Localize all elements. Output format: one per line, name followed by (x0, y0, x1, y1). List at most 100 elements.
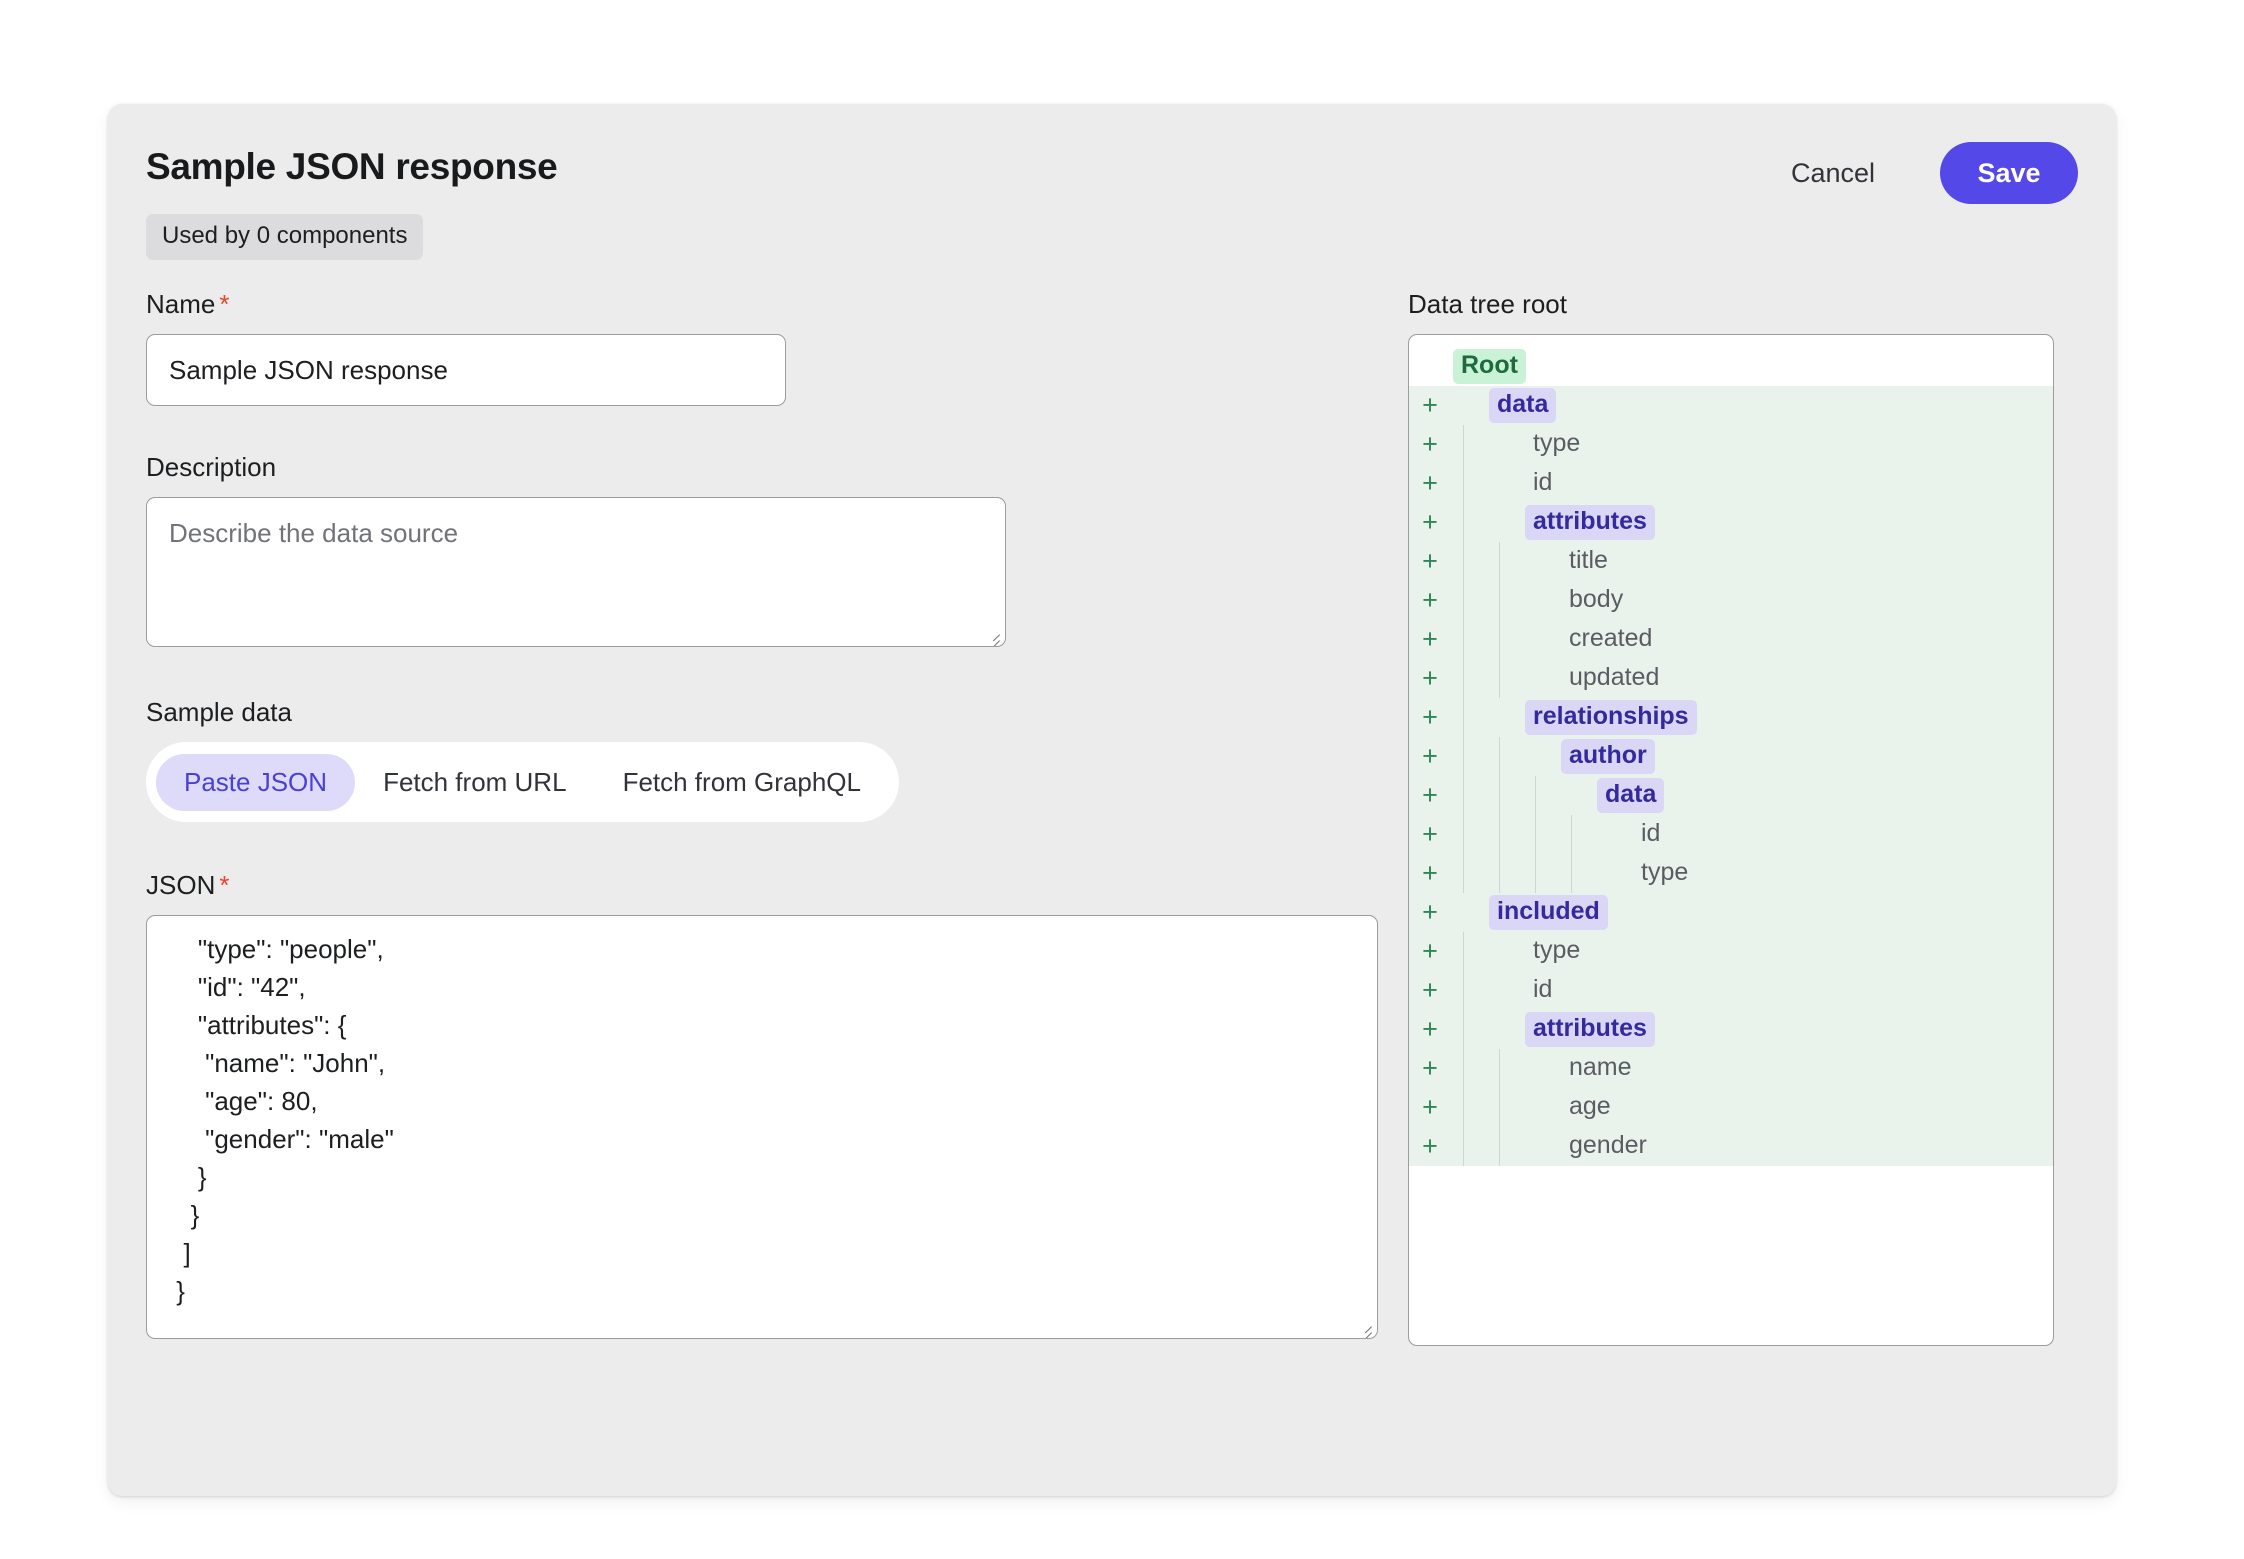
expand-node-icon[interactable]: + (1417, 977, 1443, 1004)
name-label-text: Name (146, 289, 216, 319)
form-column: Name* Description Sample data Paste JSON… (146, 289, 1396, 1339)
tree-indent-guide (1499, 737, 1500, 893)
save-button[interactable]: Save (1940, 142, 2078, 204)
expand-node-icon[interactable]: + (1417, 782, 1443, 809)
tree-node-label[interactable]: id (1525, 466, 1560, 501)
tree-row[interactable]: + id (1409, 815, 2053, 854)
tree-node-label[interactable]: Root (1453, 349, 1526, 384)
description-field-group: Description (146, 452, 1396, 647)
data-source-editor-card: Sample JSON response Used by 0 component… (108, 104, 2116, 1496)
json-label: JSON * (146, 870, 1396, 901)
tree-row[interactable]: + data (1409, 386, 2053, 425)
tab-fetch-from-graphql[interactable]: Fetch from GraphQL (595, 754, 889, 811)
json-label-text: JSON (146, 870, 216, 900)
tree-node-label[interactable]: author (1561, 739, 1655, 774)
sample-data-group: Sample data Paste JSON Fetch from URL Fe… (146, 697, 1396, 822)
tree-node-label[interactable]: id (1525, 973, 1560, 1008)
card-header: Sample JSON response Used by 0 component… (146, 142, 2078, 260)
tree-row[interactable]: + age (1409, 1088, 2053, 1127)
tree-node-label[interactable]: data (1489, 388, 1557, 423)
expand-node-icon[interactable]: + (1417, 431, 1443, 458)
tree-row[interactable]: + id (1409, 464, 2053, 503)
expand-node-icon[interactable]: + (1417, 1016, 1443, 1043)
description-label: Description (146, 452, 277, 482)
tree-node-label[interactable]: age (1561, 1090, 1619, 1125)
sample-data-label: Sample data (146, 697, 292, 727)
expand-node-icon[interactable]: + (1417, 470, 1443, 497)
data-tree-rows: Root + data + type + id + attributes + title + body +… (1409, 335, 2053, 1166)
tree-row[interactable]: + author (1409, 737, 2053, 776)
tree-row[interactable]: + updated (1409, 659, 2053, 698)
tree-row[interactable]: + created (1409, 620, 2053, 659)
description-textarea[interactable] (147, 498, 1005, 646)
expand-node-icon[interactable]: + (1417, 392, 1443, 419)
description-textarea-box (146, 497, 1006, 647)
sample-data-segmented-control: Paste JSON Fetch from URL Fetch from Gra… (146, 742, 899, 822)
tree-indent-guide (1535, 776, 1536, 893)
expand-node-icon[interactable]: + (1417, 509, 1443, 536)
cancel-button[interactable]: Cancel (1781, 150, 1885, 197)
expand-node-icon[interactable]: + (1417, 548, 1443, 575)
usage-badge: Used by 0 components (146, 214, 424, 260)
tree-row[interactable]: + gender (1409, 1127, 2053, 1166)
tree-indent-guide (1463, 425, 1464, 893)
tree-indent-guide (1499, 542, 1500, 698)
tree-row[interactable]: + id (1409, 971, 2053, 1010)
tree-node-label[interactable]: attributes (1525, 1012, 1655, 1047)
tree-node-label[interactable]: type (1525, 934, 1588, 969)
tree-node-label[interactable]: included (1489, 895, 1608, 930)
expand-node-icon[interactable]: + (1417, 899, 1443, 926)
tree-node-label[interactable]: name (1561, 1051, 1640, 1086)
tree-node-label[interactable]: title (1561, 544, 1616, 579)
data-tree-panel[interactable]: Root + data + type + id + attributes + title + body +… (1408, 334, 2054, 1346)
expand-node-icon[interactable]: + (1417, 665, 1443, 692)
name-label: Name * (146, 289, 1396, 320)
tree-row[interactable]: + body (1409, 581, 2053, 620)
tree-node-label[interactable]: gender (1561, 1129, 1655, 1164)
name-input[interactable] (146, 334, 786, 406)
expand-node-icon[interactable]: + (1417, 1055, 1443, 1082)
expand-node-icon[interactable]: + (1417, 860, 1443, 887)
tree-node-label[interactable]: attributes (1525, 505, 1655, 540)
tree-row[interactable]: + attributes (1409, 1010, 2053, 1049)
json-textarea[interactable]: "type": "people", "id": "42", "attribute… (147, 916, 1377, 1338)
name-field-group: Name * (146, 289, 1396, 406)
tree-node-label[interactable]: body (1561, 583, 1631, 618)
tree-node-label[interactable]: id (1633, 817, 1668, 852)
tree-row[interactable]: Root (1409, 347, 2053, 386)
expand-node-icon[interactable]: + (1417, 743, 1443, 770)
tree-row[interactable]: + data (1409, 776, 2053, 815)
tree-node-label[interactable]: updated (1561, 661, 1667, 696)
json-textarea-box: "type": "people", "id": "42", "attribute… (146, 915, 1378, 1339)
data-tree-title: Data tree root (1408, 289, 1567, 319)
tree-indent-guide (1571, 815, 1572, 893)
tree-indent-guide (1463, 932, 1464, 1166)
tree-row[interactable]: + name (1409, 1049, 2053, 1088)
expand-node-icon[interactable]: + (1417, 938, 1443, 965)
tree-indent-guide (1499, 1049, 1500, 1166)
expand-node-icon[interactable]: + (1417, 626, 1443, 653)
tree-row[interactable]: + type (1409, 932, 2053, 971)
expand-node-icon[interactable]: + (1417, 1133, 1443, 1160)
tree-node-label[interactable]: relationships (1525, 700, 1697, 735)
json-required-asterisk: * (219, 870, 230, 900)
tree-row[interactable]: + attributes (1409, 503, 2053, 542)
tree-node-label[interactable]: type (1525, 427, 1588, 462)
tree-row[interactable]: + included (1409, 893, 2053, 932)
tree-row[interactable]: + type (1409, 425, 2053, 464)
tree-node-label[interactable]: data (1597, 778, 1665, 813)
expand-node-icon[interactable]: + (1417, 1094, 1443, 1121)
expand-node-icon[interactable]: + (1417, 587, 1443, 614)
expand-node-icon[interactable]: + (1417, 704, 1443, 731)
tab-fetch-from-url[interactable]: Fetch from URL (355, 754, 595, 811)
tree-row[interactable]: + relationships (1409, 698, 2053, 737)
tab-paste-json[interactable]: Paste JSON (156, 753, 356, 811)
page-title: Sample JSON response (146, 146, 558, 187)
tree-row[interactable]: + title (1409, 542, 2053, 581)
tree-node-label[interactable]: type (1633, 856, 1696, 891)
tree-node-label[interactable]: created (1561, 622, 1660, 657)
data-tree-column: Data tree root Root + data + type + id + attribu… (1408, 289, 2080, 1346)
name-required-asterisk: * (219, 289, 230, 319)
expand-node-icon[interactable]: + (1417, 821, 1443, 848)
tree-row[interactable]: + type (1409, 854, 2053, 893)
